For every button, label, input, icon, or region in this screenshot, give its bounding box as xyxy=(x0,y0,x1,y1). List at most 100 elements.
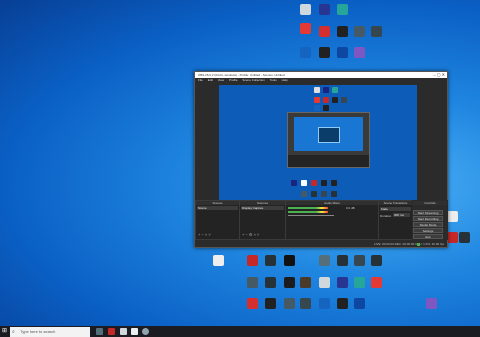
preview-desktop-icon xyxy=(323,105,329,111)
preview-desktop-icon xyxy=(291,180,297,186)
preview-canvas[interactable] xyxy=(219,85,417,206)
preview-desktop-icon xyxy=(311,180,317,186)
start-streaming-button[interactable]: Start Streaming xyxy=(413,210,443,215)
window-title: OBS 26.0.2 (64-bit, windows) - Profile: … xyxy=(198,73,285,77)
taskbar-app-icon[interactable] xyxy=(131,328,138,335)
preview-desktop-icon xyxy=(323,87,329,93)
status-bar: LIVE: 00:00:00 REC: 00:00:00 CPU: 1.6%, … xyxy=(195,242,447,247)
sources-dock: Sources Display Capture + − ⚙ ˄ ˅ xyxy=(239,200,286,240)
desktop-icon-23-icon[interactable] xyxy=(284,277,295,288)
desktop-icon-17-icon[interactable] xyxy=(319,255,330,266)
menu-edit[interactable]: Edit xyxy=(208,78,213,82)
task-view-icon[interactable] xyxy=(96,328,103,335)
nested-preview-window xyxy=(318,127,340,143)
desktop-icon-16-icon[interactable] xyxy=(284,255,295,266)
sources-dock-title: Sources xyxy=(240,201,285,205)
desktop-icon-11-icon[interactable] xyxy=(354,298,365,309)
search-icon: ⌕ xyxy=(12,329,15,335)
desktop-icon-20-icon[interactable] xyxy=(371,255,382,266)
desktop-icon-1-icon[interactable] xyxy=(319,277,330,288)
desktop-icon-9-icon[interactable] xyxy=(319,298,330,309)
desktop-icon-10-icon[interactable] xyxy=(337,298,348,309)
exit-button[interactable]: Exit xyxy=(413,234,443,239)
preview-desktop-icon xyxy=(331,180,337,186)
menu-tools[interactable]: Tools xyxy=(270,78,277,82)
menu-profile[interactable]: Profile xyxy=(229,78,238,82)
desktop-icon-3-icon[interactable] xyxy=(354,277,365,288)
desktop-icon-6-icon[interactable] xyxy=(265,298,276,309)
desktop-icon-12-icon[interactable] xyxy=(426,298,437,309)
nested-preview-docks xyxy=(288,155,369,167)
preview-desktop-icon xyxy=(314,97,320,103)
desktop-icon-8-icon[interactable] xyxy=(300,298,311,309)
desktop-icon-7-icon[interactable] xyxy=(284,298,295,309)
source-item[interactable]: Display Capture xyxy=(241,206,284,210)
taskbar-app-icon[interactable] xyxy=(120,328,127,335)
scene-transitions-dock: Scene Transitions Fade Duration 300 ms xyxy=(378,200,413,240)
preview-desktop-icon xyxy=(332,97,338,103)
obs-taskbar-icon[interactable] xyxy=(142,328,149,335)
desktop-icon-9-icon[interactable] xyxy=(300,47,311,58)
source-add-remove-buttons[interactable]: + − ⚙ ˄ ˅ xyxy=(242,232,259,237)
controls-title: Controls xyxy=(413,201,447,205)
preview-desktop-icon xyxy=(311,191,317,197)
desktop-icon-21-icon[interactable] xyxy=(247,277,258,288)
desktop-icon-15-icon[interactable] xyxy=(265,255,276,266)
desktop-icon-11-icon[interactable] xyxy=(337,47,348,58)
transition-select[interactable]: Fade xyxy=(380,207,411,211)
desktop-icon-4-icon[interactable] xyxy=(371,277,382,288)
status-text: LIVE: 00:00:00 REC: 00:00:00 CPU: 1.6%, … xyxy=(373,242,444,246)
desktop-icon-15-icon[interactable] xyxy=(459,232,470,243)
desktop-icon-24-icon[interactable] xyxy=(300,277,311,288)
scene-transitions-title: Scene Transitions xyxy=(379,201,412,205)
desktop-icon-2-icon[interactable] xyxy=(319,4,330,15)
preview-desktop-icon xyxy=(314,87,320,93)
desktop-icon-22-icon[interactable] xyxy=(265,277,276,288)
desktop-icon-6-icon[interactable] xyxy=(337,26,348,37)
desktop-icon-12-icon[interactable] xyxy=(354,47,365,58)
desktop-icon-3-icon[interactable] xyxy=(337,4,348,15)
preview-desktop-icon xyxy=(332,87,338,93)
preview-desktop-icon xyxy=(321,180,327,186)
scenes-dock-title: Scenes xyxy=(196,201,239,205)
desktop-icon-14-icon[interactable] xyxy=(447,232,458,243)
settings-button[interactable]: Settings xyxy=(413,228,443,233)
desktop-icon-8-icon[interactable] xyxy=(371,26,382,37)
taskbar-app-icon[interactable] xyxy=(108,328,115,335)
audio-meter xyxy=(288,211,328,213)
desktop-icon-4-icon[interactable] xyxy=(300,23,311,34)
duration-label: Duration xyxy=(380,214,392,218)
status-indicator-icon xyxy=(417,243,420,246)
menu-help[interactable]: Help xyxy=(282,78,288,82)
scene-add-remove-buttons[interactable]: + − ˄ ˅ xyxy=(198,232,211,237)
preview-desktop-icon xyxy=(341,97,347,103)
desktop-icon-10-icon[interactable] xyxy=(319,47,330,58)
scene-item[interactable]: Scene xyxy=(197,206,238,210)
menu-file[interactable]: File xyxy=(198,78,203,82)
desktop-icon-13-icon[interactable] xyxy=(447,211,458,222)
desktop-icon-14-icon[interactable] xyxy=(247,255,258,266)
volume-slider[interactable] xyxy=(288,215,334,216)
desktop-icon-1-icon[interactable] xyxy=(300,4,311,15)
scenes-dock: Scenes Scene + − ˄ ˅ xyxy=(195,200,240,240)
desktop-icon-19-icon[interactable] xyxy=(354,255,365,266)
desktop-icon-13-icon[interactable] xyxy=(213,255,224,266)
obs-window: OBS 26.0.2 (64-bit, windows) - Profile: … xyxy=(194,71,448,248)
menu-scene-collection[interactable]: Scene Collection xyxy=(242,78,265,82)
preview-desktop-icon xyxy=(314,105,320,111)
menu-bar: File Edit View Profile Scene Collection … xyxy=(195,78,447,83)
desktop-icon-2-icon[interactable] xyxy=(337,277,348,288)
audio-level-db: 0.0 dB xyxy=(346,206,355,210)
studio-mode-button[interactable]: Studio Mode xyxy=(413,222,443,227)
preview-desktop-icon xyxy=(301,180,307,186)
desktop-icon-5-icon[interactable] xyxy=(247,298,258,309)
menu-view[interactable]: View xyxy=(218,78,224,82)
start-recording-button[interactable]: Start Recording xyxy=(413,216,443,221)
desktop-icon-7-icon[interactable] xyxy=(354,26,365,37)
desktop-icon-5-icon[interactable] xyxy=(319,26,330,37)
preview-desktop-icon xyxy=(321,191,327,197)
windows-start-icon[interactable]: ⊞ xyxy=(2,328,8,334)
desktop-icon-18-icon[interactable] xyxy=(337,255,348,266)
preview-desktop-icon xyxy=(301,191,307,197)
duration-input[interactable]: 300 ms xyxy=(393,213,410,217)
